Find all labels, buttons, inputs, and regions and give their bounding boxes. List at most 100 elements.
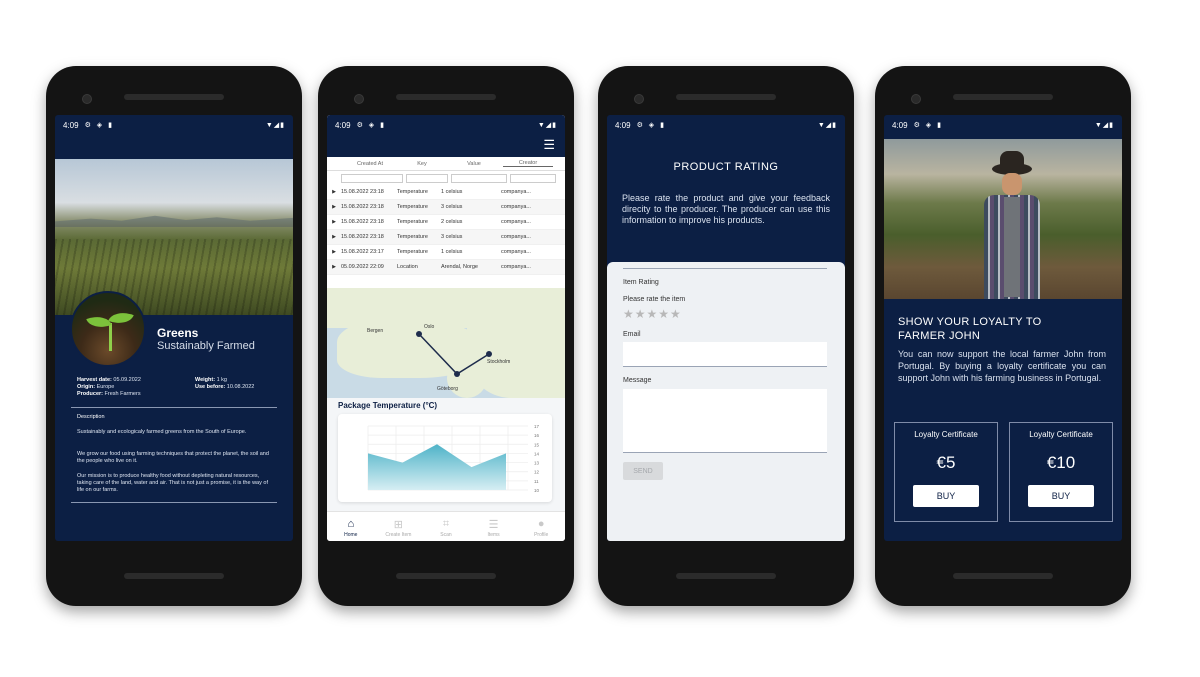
table-row[interactable]: ▶ 15.08.2022 23:18 Temperature 1 celsius… bbox=[327, 185, 565, 200]
map-label-stockholm: Stockholm bbox=[487, 359, 511, 365]
speaker bbox=[676, 573, 776, 579]
table-filters bbox=[327, 171, 565, 185]
map-label-bergen: Bergen bbox=[367, 328, 384, 334]
buy-button[interactable]: BUY bbox=[1028, 485, 1094, 507]
cell: Temperature bbox=[397, 219, 428, 225]
table-row[interactable]: ▶ 15.08.2022 23:18 Temperature 3 celsius… bbox=[327, 200, 565, 215]
divider bbox=[71, 407, 277, 408]
status-bar: 4:09 ⚙ ◈ ▮ ▼◢▮ bbox=[607, 115, 845, 135]
speaker bbox=[953, 94, 1053, 100]
status-time: 4:09 bbox=[615, 120, 631, 130]
data-table: Created At Key Value Creator ▶ 15.08.202… bbox=[327, 157, 565, 288]
star-rating[interactable]: ★★★★★ bbox=[623, 307, 682, 321]
cell: companya... bbox=[501, 264, 531, 270]
y-tick-label: 10 bbox=[534, 488, 540, 493]
nav-home[interactable]: ⌂ Home bbox=[327, 512, 375, 541]
route-line bbox=[416, 331, 492, 377]
cell: companya... bbox=[501, 189, 531, 195]
speaker bbox=[396, 94, 496, 100]
map-label-goteborg: Göteborg bbox=[437, 386, 458, 392]
y-tick-label: 11 bbox=[534, 479, 539, 484]
loyalty-description: You can now support the local farmer Joh… bbox=[898, 349, 1106, 383]
page-title: PRODUCT RATING bbox=[673, 161, 779, 173]
filter-input[interactable] bbox=[406, 173, 448, 183]
filter-input[interactable] bbox=[341, 173, 403, 183]
status-time: 4:09 bbox=[63, 120, 79, 130]
column-value[interactable]: Value bbox=[445, 161, 503, 167]
expand-icon[interactable]: ▶ bbox=[327, 234, 341, 240]
chart-title: Package Temperature (°C) bbox=[338, 401, 438, 410]
cell: Temperature bbox=[397, 204, 428, 210]
expand-icon[interactable]: ▶ bbox=[327, 204, 341, 210]
status-bar: 4:09 ⚙ ◈ ▮ ▼◢▮ bbox=[327, 115, 565, 135]
expand-icon[interactable]: ▶ bbox=[327, 249, 341, 255]
speaker bbox=[124, 573, 224, 579]
column-key[interactable]: Key bbox=[399, 161, 445, 167]
message-textarea[interactable] bbox=[623, 389, 827, 453]
email-field[interactable] bbox=[623, 342, 827, 367]
screen: 4:09 ⚙ ◈ ▮ ▼◢▮ Greens Sustainably Farmed… bbox=[55, 115, 293, 541]
screen: 4:09 ⚙ ◈ ▮ ▼◢▮ SHOW YOUR LOYALTY TO FARM… bbox=[884, 115, 1122, 541]
filter-input[interactable] bbox=[510, 173, 556, 183]
column-creator[interactable]: Creator bbox=[503, 160, 553, 167]
loyalty-title: SHOW YOUR LOYALTY TO FARMER JOHN bbox=[898, 315, 1042, 343]
divider bbox=[71, 502, 277, 503]
expand-icon[interactable]: ▶ bbox=[327, 189, 341, 195]
expand-icon[interactable]: ▶ bbox=[327, 219, 341, 225]
phone-product-rating: 4:09 ⚙ ◈ ▮ ▼◢▮ PRODUCT RATING Please rat… bbox=[598, 66, 854, 606]
y-tick-label: 12 bbox=[534, 470, 540, 475]
y-tick-label: 17 bbox=[534, 424, 540, 429]
hamburger-menu-icon[interactable]: ☰ bbox=[543, 137, 555, 153]
camera bbox=[82, 94, 92, 104]
nav-create-item[interactable]: ⊞ Create Item bbox=[375, 512, 423, 541]
camera bbox=[911, 94, 921, 104]
table-row[interactable]: ▶ 15.08.2022 23:17 Temperature 1 celsius… bbox=[327, 245, 565, 260]
cell: companya... bbox=[501, 204, 531, 210]
nav-items[interactable]: ☰ Items bbox=[470, 512, 518, 541]
signal-battery-icon: ▼◢▮ bbox=[537, 122, 557, 129]
speaker bbox=[396, 573, 496, 579]
y-tick-label: 13 bbox=[534, 461, 540, 466]
cell: 3 celsius bbox=[441, 204, 463, 210]
message-label: Message bbox=[623, 377, 652, 384]
cell: 3 celsius bbox=[441, 234, 463, 240]
status-bar: 4:09 ⚙ ◈ ▮ ▼◢▮ bbox=[55, 115, 293, 135]
product-details-left: Harvest date: 05.09.2022 Origin: Europe … bbox=[77, 377, 141, 397]
status-icons: ⚙ ◈ ▮ bbox=[636, 122, 666, 129]
nav-profile[interactable]: ● Profile bbox=[517, 512, 565, 541]
certificate-title: Loyalty Certificate bbox=[1029, 430, 1093, 439]
certificate-title: Loyalty Certificate bbox=[914, 430, 978, 439]
farmer-photo bbox=[884, 139, 1122, 299]
person-icon: ● bbox=[537, 518, 545, 530]
cell: Arendal, Norge bbox=[441, 264, 478, 270]
face bbox=[1002, 173, 1022, 195]
list-icon: ☰ bbox=[488, 519, 499, 531]
camera bbox=[354, 94, 364, 104]
cell: companya... bbox=[501, 249, 531, 255]
column-created-at[interactable]: Created At bbox=[341, 161, 399, 167]
table-row[interactable]: ▶ 15.08.2022 23:18 Temperature 2 celsius… bbox=[327, 215, 565, 230]
phone-loyalty: 4:09 ⚙ ◈ ▮ ▼◢▮ SHOW YOUR LOYALTY TO FARM… bbox=[875, 66, 1131, 606]
cell: Temperature bbox=[397, 249, 428, 255]
table-body: ▶ 15.08.2022 23:18 Temperature 1 celsius… bbox=[327, 185, 565, 275]
status-icons: ⚙ ◈ ▮ bbox=[913, 122, 943, 129]
table-row[interactable]: ▶ 15.08.2022 23:18 Temperature 3 celsius… bbox=[327, 230, 565, 245]
product-subtitle: Sustainably Farmed bbox=[157, 340, 255, 352]
cell: 1 celsius bbox=[441, 189, 463, 195]
speaker bbox=[124, 94, 224, 100]
signal-battery-icon: ▼◢▮ bbox=[817, 122, 837, 129]
cell: 2 celsius bbox=[441, 219, 463, 225]
filter-input[interactable] bbox=[451, 173, 507, 183]
table-row[interactable]: ▶ 05.09.2022 22:09 Location Arendal, Nor… bbox=[327, 260, 565, 275]
y-tick-label: 15 bbox=[534, 442, 540, 447]
field-landscape-image bbox=[55, 159, 293, 315]
route-map[interactable]: Oslo Bergen Stockholm Göteborg bbox=[327, 288, 565, 398]
buy-button[interactable]: BUY bbox=[913, 485, 979, 507]
cell: 15.08.2022 23:18 bbox=[341, 204, 384, 210]
cell: 1 celsius bbox=[441, 249, 463, 255]
expand-icon[interactable]: ▶ bbox=[327, 264, 341, 270]
nav-scan[interactable]: ⌗ Scan bbox=[422, 512, 470, 541]
send-button[interactable]: SEND bbox=[623, 462, 663, 480]
certificate-card: Loyalty Certificate €5 BUY bbox=[894, 422, 998, 522]
y-tick-label: 14 bbox=[534, 451, 540, 456]
